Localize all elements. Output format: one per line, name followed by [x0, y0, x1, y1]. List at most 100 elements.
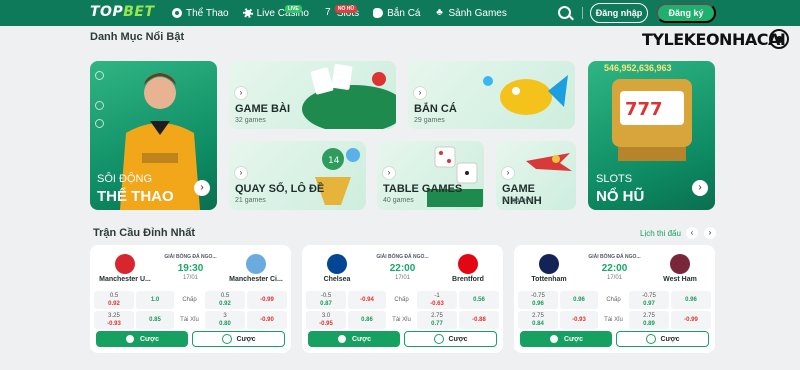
odds-cell[interactable]: 0.56 [459, 291, 499, 309]
card-label: GAME BÀI [235, 103, 290, 115]
watermark-ball-icon [769, 29, 789, 49]
odds-cell[interactable]: 2.75 0.77 [417, 311, 457, 329]
away-team: Manchester Ci... [229, 276, 283, 283]
card-game-bai[interactable]: › GAME BÀI 32 games [229, 61, 396, 129]
chevron-right-icon[interactable]: › [235, 167, 247, 179]
odds-cell[interactable]: -0.99 [671, 311, 711, 329]
odds-label: Chấp [394, 297, 409, 303]
chevron-left-icon[interactable]: ‹ [686, 227, 698, 239]
handicap-row: -0.75 0.96 0.96 Chấp -0.75 0.97 0.96 [518, 291, 711, 309]
bet-button[interactable]: Cược [308, 331, 400, 347]
handicap-row: -0.5 0.87 -0.94 Chấp -1 -0.63 0.56 [306, 291, 499, 309]
nav-item-slots[interactable]: 7 Slots NỔ HŨ [323, 4, 359, 19]
ou-row: 2.75 0.84 -0.93 Tài Xỉu 2.75 0.89 -0.99 [518, 311, 711, 329]
odds-cell[interactable]: -1 -0.63 [417, 291, 457, 309]
odds-cell[interactable]: -0.75 0.96 [518, 291, 558, 309]
ball-icon [549, 334, 559, 344]
odds-cell[interactable]: -0.94 [348, 291, 386, 309]
card-quay-so[interactable]: 14 › QUAY SỐ, LÔ ĐỀ 21 games [229, 141, 366, 210]
odds-cell[interactable]: 0.5 0.92 [94, 291, 134, 309]
signup-button[interactable]: Đăng ký [656, 3, 716, 23]
schedule-link[interactable]: Lịch thi đấu [640, 229, 681, 238]
card-line1: SLOTS [596, 173, 633, 185]
chevron-right-icon[interactable]: › [383, 167, 395, 179]
card-label: QUAY SỐ, LÔ ĐỀ [235, 183, 325, 195]
odds-cell[interactable]: 0.86 [348, 311, 386, 329]
featured-title: Danh Mục Nổi Bật [90, 31, 185, 43]
odds-cell[interactable]: -0.90 [247, 311, 287, 329]
card-the-thao[interactable]: SÔI ĐỘNG THỂ THAO › [90, 61, 217, 210]
odds-cell[interactable]: -0.75 0.97 [629, 291, 669, 309]
bet-button[interactable]: Cược [520, 331, 612, 347]
nav-item-ban-ca[interactable]: Bắn Cá [373, 8, 420, 19]
bet-button-secondary[interactable]: Cược [616, 331, 709, 347]
odds-cell[interactable]: 2.75 0.89 [629, 311, 669, 329]
odds-cell[interactable]: 0.96 [560, 291, 598, 309]
odds-cell[interactable]: 1.0 [136, 291, 174, 309]
ball-icon [125, 334, 135, 344]
odds-label: Tài Xỉu [392, 317, 411, 323]
chevron-right-icon[interactable]: › [704, 227, 716, 239]
odds-label: Chấp [606, 297, 621, 303]
card-line2: THỂ THAO [97, 188, 174, 205]
chevron-right-icon[interactable]: › [235, 87, 247, 99]
search-icon[interactable] [558, 6, 571, 19]
nav-label: Bắn Cá [387, 7, 421, 19]
hot-badge: NỔ HŨ [334, 4, 358, 13]
odds-cell[interactable]: 2.75 0.84 [518, 311, 558, 329]
odds-label: Tài Xỉu [180, 317, 199, 323]
card-slots[interactable]: 777 546,952,636,963 SLOTS NỔ HŨ › [588, 61, 715, 210]
odds-cell[interactable]: 3.0 -0.95 [306, 311, 346, 329]
match-card: GIẢI BÓNG ĐÁ NGO... 22:00 17/01 Chelsea … [302, 245, 503, 353]
odds-label: Tài Xỉu [604, 317, 623, 323]
bet-button-secondary[interactable]: Cược [192, 331, 285, 347]
bet-button[interactable]: Cược [96, 331, 188, 347]
card-count: 32 games [235, 117, 266, 124]
card-table-games[interactable]: › TABLE GAMES 40 games [377, 141, 484, 210]
logo[interactable]: TOPBET [90, 4, 155, 20]
odds-cell[interactable]: 0.96 [671, 291, 711, 309]
logo-text-bet: BET [123, 4, 155, 20]
ou-row: 3.0 -0.95 0.86 Tài Xỉu 2.75 0.77 -0.88 [306, 311, 499, 329]
nav-item-sanh-games[interactable]: ♣ Sảnh Games [434, 8, 507, 19]
badge-icon [95, 119, 104, 128]
card-count: 29 games [414, 117, 445, 124]
odds-cell[interactable]: 3.25 -0.93 [94, 311, 134, 329]
chevron-right-icon[interactable]: › [414, 87, 426, 99]
odds-cell[interactable]: 0.85 [136, 311, 174, 329]
ball-icon [433, 334, 444, 344]
soccer-ball-icon [172, 8, 182, 18]
jackpot-counter: 546,952,636,963 [604, 63, 672, 73]
card-game-nhanh[interactable]: › GAME NHANH 51 games [496, 141, 576, 210]
away-team: West Ham [663, 276, 697, 283]
card-ban-ca[interactable]: › BẮN CÁ 29 games [408, 61, 575, 129]
home-team: Chelsea [323, 276, 351, 283]
odds-label: Chấp [182, 297, 197, 303]
login-button[interactable]: Đăng nhập [590, 3, 648, 23]
casino-chip-icon [242, 8, 253, 18]
slots-icon: 7 [325, 7, 331, 18]
badge-icon [95, 101, 104, 110]
odds-cell[interactable]: 3 0.80 [205, 311, 245, 329]
badge-icon [95, 71, 104, 80]
odds-cell[interactable]: 0.5 0.92 [205, 291, 245, 309]
ou-row: 3.25 -0.93 0.85 Tài Xỉu 3 0.80 -0.90 [94, 311, 287, 329]
nav-item-the-thao[interactable]: Thể Thao [172, 8, 229, 19]
match-time: 22:00 [601, 263, 628, 274]
ball-icon [337, 334, 347, 344]
nav-item-live-casino[interactable]: Live Casino LIVE [242, 4, 309, 19]
odds-cell[interactable]: -0.5 0.87 [306, 291, 346, 309]
home-team: Manchester U... [99, 276, 151, 283]
bet-button-secondary[interactable]: Cược [404, 331, 497, 347]
main-nav: Thể Thao Live Casino LIVE 7 Slots NỔ HŨ … [172, 0, 507, 26]
chevron-right-icon[interactable]: › [194, 180, 210, 196]
odds-cell[interactable]: -0.99 [247, 291, 287, 309]
match-card: GIẢI BÓNG ĐÁ NGO... 22:00 17/01 Tottenha… [514, 245, 715, 353]
chevron-right-icon[interactable]: › [502, 167, 514, 179]
match-time: 22:00 [389, 263, 416, 274]
odds-cell[interactable]: -0.88 [459, 311, 499, 329]
chevron-right-icon[interactable]: › [692, 180, 708, 196]
svg-text:14: 14 [328, 156, 340, 166]
card-count: 40 games [383, 197, 414, 204]
odds-cell[interactable]: -0.93 [560, 311, 598, 329]
